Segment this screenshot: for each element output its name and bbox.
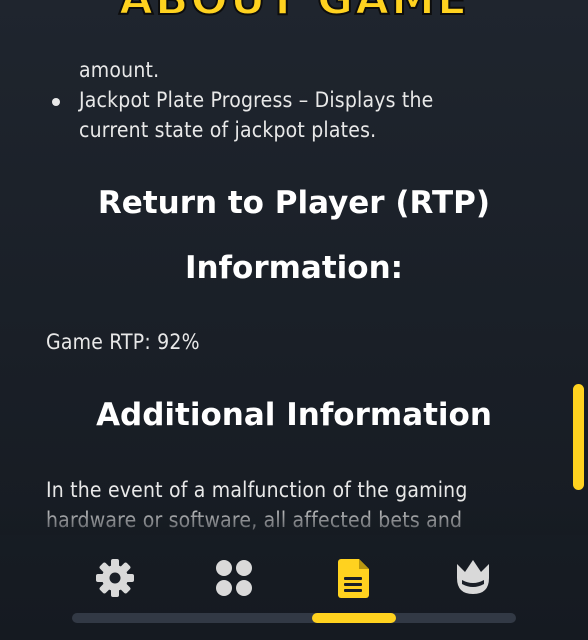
rtp-value: Game RTP: 92% bbox=[46, 330, 200, 354]
additional-info-heading: Additional Information bbox=[96, 397, 492, 433]
settings-button[interactable] bbox=[90, 553, 140, 603]
games-button[interactable] bbox=[209, 553, 259, 603]
scroll-content[interactable]: amount. Jackpot Plate Progress – Display… bbox=[0, 45, 588, 535]
rtp-heading: Return to Player (RTP) bbox=[97, 185, 491, 221]
scrollbar-thumb[interactable] bbox=[573, 384, 584, 490]
grid-icon bbox=[216, 560, 252, 596]
bullet-dot bbox=[52, 98, 60, 106]
active-tab-indicator bbox=[312, 613, 396, 623]
page-title: ABOUT GAME bbox=[0, 0, 588, 23]
gear-icon bbox=[96, 559, 134, 597]
bottom-navbar bbox=[0, 535, 588, 640]
crown-icon bbox=[457, 560, 489, 594]
nav-track bbox=[72, 613, 516, 623]
brand-button[interactable] bbox=[448, 553, 498, 603]
document-icon bbox=[338, 559, 369, 598]
header: ABOUT GAME bbox=[0, 0, 588, 44]
rtp-heading-line2: Information: bbox=[184, 250, 404, 286]
partial-text-line: amount. bbox=[79, 58, 160, 82]
content-fade bbox=[0, 500, 588, 535]
bullet-item-jackpot: Jackpot Plate Progress – Displays the cu… bbox=[79, 88, 434, 142]
game-info-button[interactable] bbox=[329, 553, 379, 603]
